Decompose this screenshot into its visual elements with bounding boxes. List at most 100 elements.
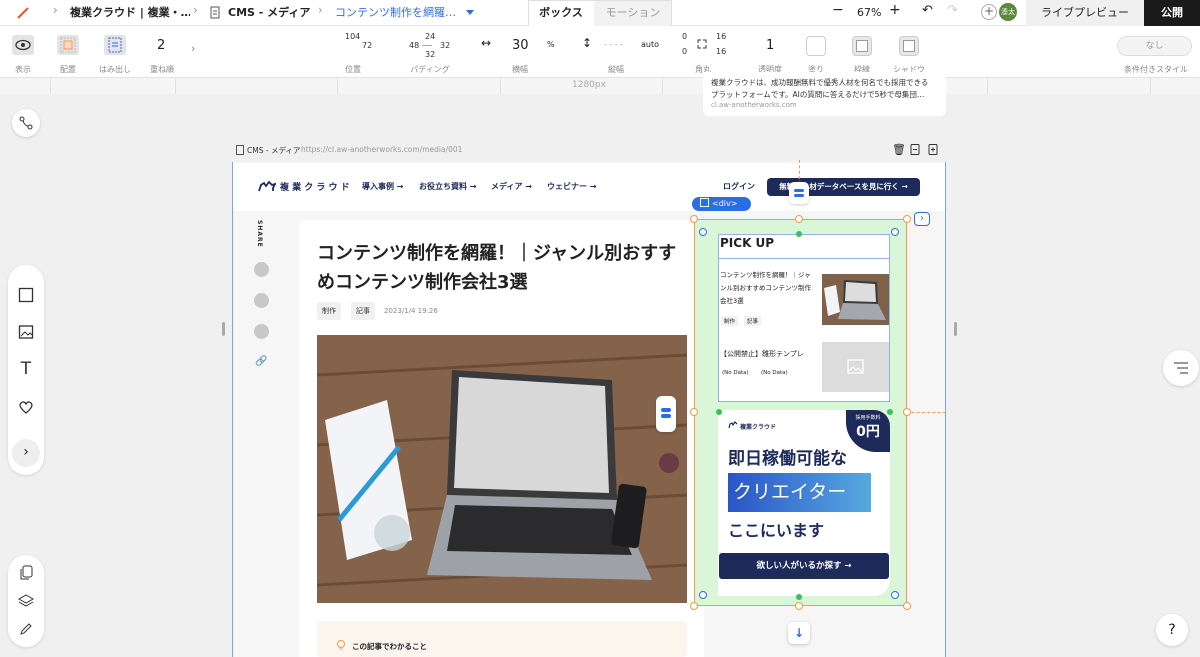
login-link[interactable]: ログイン (723, 181, 755, 192)
site-logo[interactable]: 複 業 ク ラ ウ ド (280, 180, 350, 193)
padding-handle[interactable] (699, 228, 707, 236)
resize-handle[interactable] (690, 408, 698, 416)
zoom-out-icon[interactable]: − (832, 2, 844, 18)
redo-icon[interactable]: ↷ (947, 3, 958, 18)
link-icon[interactable]: 🔗 (254, 356, 269, 371)
trash-icon[interactable]: 🗑 (892, 143, 906, 156)
outline-button[interactable] (1163, 350, 1199, 386)
padding-left[interactable]: 48 (409, 41, 419, 50)
radius-bottom-right[interactable]: 16 (716, 47, 726, 56)
facebook-icon[interactable] (254, 293, 269, 308)
resize-handle[interactable] (690, 215, 698, 223)
pages-tool[interactable] (14, 561, 38, 585)
position-right[interactable]: 72 (362, 41, 372, 50)
nav-media[interactable]: メディア → (491, 181, 532, 192)
article-tag[interactable]: 記事 (351, 302, 375, 320)
height-value[interactable]: - - - - (604, 40, 623, 49)
padding-right[interactable]: 32 (440, 41, 450, 50)
resize-handle[interactable] (795, 215, 803, 223)
resize-handle-left[interactable] (222, 322, 225, 336)
tab-motion[interactable]: モーション (594, 0, 672, 26)
selection-tag[interactable]: <div> (692, 197, 751, 211)
live-preview-button[interactable]: ライブプレビュー (1026, 0, 1144, 26)
breadcrumb-page[interactable]: コンテンツ制作を網羅… (335, 4, 455, 20)
zoom-in-icon[interactable]: + (889, 2, 901, 18)
next-element-button[interactable]: › (914, 212, 930, 226)
pickup-tag[interactable]: (No Data) (761, 370, 788, 376)
height-unit[interactable]: auto (641, 40, 659, 49)
box-tool[interactable] (14, 283, 38, 307)
conditional-style-label: 条件付きスタイル (1124, 65, 1188, 74)
padding-handle[interactable] (891, 228, 899, 236)
line-icon[interactable] (254, 324, 269, 339)
resize-handle[interactable] (690, 602, 698, 610)
breadcrumb-collection[interactable]: CMS - メディア (228, 4, 310, 20)
move-down-button[interactable]: ↓ (788, 622, 810, 644)
width-unit[interactable]: % (547, 40, 555, 49)
twitter-icon[interactable] (254, 262, 269, 277)
gap-handle[interactable] (716, 409, 722, 415)
tab-box[interactable]: ボックス (528, 0, 594, 26)
gap-handle[interactable] (796, 231, 802, 237)
pickup-tag[interactable]: 記事 (744, 316, 762, 326)
opacity-value[interactable]: 1 (766, 38, 774, 53)
help-button[interactable]: ? (1156, 614, 1188, 646)
publish-button[interactable]: 公開 (1144, 0, 1200, 26)
pickup-tag[interactable]: (No Data) (722, 370, 749, 376)
layers-tool[interactable] (14, 589, 38, 613)
breadcrumb-site[interactable]: 複業クラウド | 複業・… (70, 4, 190, 20)
gap-handle[interactable] (887, 409, 893, 415)
border-swatch[interactable] (852, 36, 872, 56)
avatar[interactable]: 湊太 (999, 3, 1017, 21)
padding-bottom[interactable]: 32 (425, 50, 435, 59)
icon-tool[interactable] (14, 395, 38, 419)
padding-handle[interactable] (891, 591, 899, 599)
chevron-right-icon[interactable]: › (191, 42, 195, 55)
resize-handle[interactable] (903, 602, 911, 610)
undo-icon[interactable]: ↶ (922, 3, 933, 18)
banner-cta-button[interactable]: 欲しい人がいるか探す → (719, 553, 889, 579)
resize-handle-right[interactable] (954, 322, 957, 336)
position-top[interactable]: 104 (345, 32, 360, 41)
fill-swatch[interactable] (806, 36, 826, 56)
pickup-item-title[interactable]: 【公開禁止】雛形テンプレ (720, 349, 804, 359)
padding-top[interactable]: 24 (425, 32, 435, 41)
gap-handle[interactable] (796, 594, 802, 600)
overflow-button[interactable] (104, 35, 126, 55)
page-duplicate-icon[interactable] (928, 144, 938, 155)
radius-top-left[interactable]: 0 (682, 32, 687, 41)
padding-handle[interactable] (699, 591, 707, 599)
expand-tools-button[interactable]: › (12, 439, 40, 467)
shadow-swatch[interactable] (899, 36, 919, 56)
visibility-toggle[interactable] (12, 35, 34, 55)
zoom-level[interactable]: 67% (857, 6, 881, 19)
text-tool[interactable]: T (14, 357, 38, 381)
placement-button[interactable] (57, 35, 79, 55)
article-tag[interactable]: 制作 (317, 302, 341, 320)
resize-handle[interactable] (903, 408, 911, 416)
drag-handle[interactable] (656, 396, 676, 432)
pen-logo-icon[interactable] (16, 6, 30, 20)
nav-webinar[interactable]: ウェビナー → (547, 181, 597, 192)
connector-tool[interactable] (12, 109, 40, 137)
page-add-icon[interactable] (910, 144, 920, 155)
conditional-style-select[interactable]: なし (1117, 36, 1192, 56)
zorder-value[interactable]: 2 (157, 38, 165, 53)
radius-top-right[interactable]: 16 (716, 32, 726, 41)
resize-handle[interactable] (903, 215, 911, 223)
pickup-item-title[interactable]: コンテンツ制作を網羅！｜ジャ ンル別おすすめコンテンツ制作 会社3選 (720, 269, 811, 308)
drag-handle-top[interactable] (789, 182, 809, 204)
caret-down-icon[interactable] (466, 10, 474, 15)
radius-bottom-left[interactable]: 0 (682, 47, 687, 56)
image-tool[interactable] (14, 320, 38, 344)
nav-resources[interactable]: お役立ち資料 → (419, 181, 477, 192)
banner-line-3: ここにいます (728, 521, 825, 540)
page-frame-label[interactable]: CMS - メディア (247, 145, 300, 156)
resize-handle[interactable] (795, 602, 803, 610)
add-collaborator-icon[interactable]: + (981, 4, 997, 20)
style-tool[interactable] (14, 617, 38, 641)
width-value[interactable]: 30 (512, 38, 529, 53)
recruit-banner[interactable]: 複業クラウド 採用手数料 0円 即日稼働可能な クリエイター ここにいます 欲し… (718, 410, 890, 596)
nav-cases[interactable]: 導入事例 → (362, 181, 404, 192)
pickup-tag[interactable]: 制作 (721, 316, 739, 326)
